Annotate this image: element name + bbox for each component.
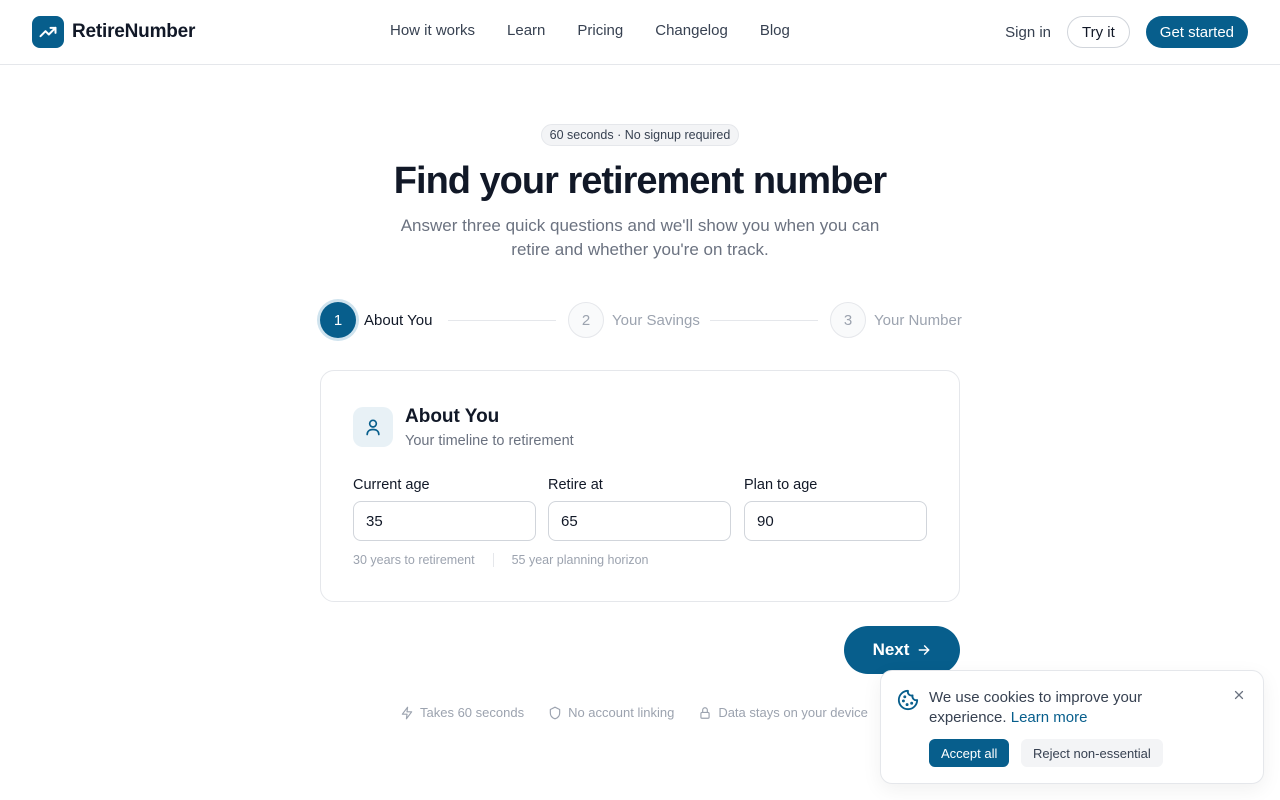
plan-to-age-input[interactable] [744,501,927,541]
retire-at-label: Retire at [548,477,603,493]
step-number: 1 [320,302,356,338]
retire-at-field: Retire at [548,477,731,541]
cookie-message: We use cookies to improve your experienc… [929,688,1199,728]
trust-item: No account linking [548,705,674,720]
cookie-learn-more-link[interactable]: Learn more [1011,709,1088,726]
main-nav: How it works Learn Pricing Changelog Blo… [390,22,790,39]
nav-changelog[interactable]: Changelog [655,22,728,39]
nav-learn[interactable]: Learn [507,22,545,39]
plan-to-age-field: Plan to age [744,477,927,541]
step-label: Your Number [874,311,962,329]
plan-to-age-label: Plan to age [744,477,818,493]
page-title: Find your retirement number [393,160,887,202]
current-age-field: Current age [353,477,536,541]
accept-all-button[interactable]: Accept all [929,739,1010,767]
card-subtitle: Your timeline to retirement [405,433,574,449]
step-connector [448,320,556,321]
years-to-retirement-hint: 30 years to retirement [353,553,475,567]
trust-row: Takes 60 seconds No account linking Data… [400,705,868,720]
nav-blog[interactable]: Blog [760,22,790,39]
sign-in-link[interactable]: Sign in [1005,24,1051,41]
shield-icon [549,706,561,719]
hero-badge-wrap: 60 seconds · No signup required [0,124,1280,146]
nav-pricing[interactable]: Pricing [577,22,623,39]
user-icon [353,407,393,447]
planning-horizon-hint: 55 year planning horizon [511,553,649,567]
hero-badge: 60 seconds · No signup required [540,124,740,146]
get-started-button[interactable]: Get started [1145,16,1248,48]
trending-up-icon [32,16,64,48]
brand-name: RetireNumber [72,21,196,42]
close-icon[interactable] [1233,689,1245,701]
step-number: 2 [568,302,604,338]
trust-item: Takes 60 seconds [400,705,524,720]
trust-item: Data stays on your device [698,705,868,720]
card-hints: 30 years to retirement 55 year planning … [353,553,649,567]
step-number: 3 [830,302,866,338]
trust-label: Data stays on your device [718,705,868,720]
brand-logo[interactable]: RetireNumber [32,16,195,48]
current-age-input[interactable] [353,501,536,541]
step-about-you[interactable]: 1 About You [320,302,432,338]
trust-label: Takes 60 seconds [420,705,525,720]
current-age-label: Current age [353,477,430,493]
trust-label: No account linking [568,705,675,720]
step-label: About You [364,311,433,329]
lightning-icon [401,706,413,719]
step-your-savings[interactable]: 2 Your Savings [568,302,700,338]
site-header: RetireNumber How it works Learn Pricing … [0,0,1280,65]
step-connector [710,320,818,321]
header-actions: Sign in Try it Get started [1005,16,1248,48]
try-it-button[interactable]: Try it [1067,16,1130,48]
step-your-number[interactable]: 3 Your Number [830,302,962,338]
nav-how-it-works[interactable]: How it works [390,22,475,39]
next-button[interactable]: Next [844,626,960,674]
page-subtitle: Answer three quick questions and we'll s… [400,216,880,259]
lock-icon [700,706,710,719]
hint-divider [492,553,494,567]
cookie-icon [897,689,919,711]
about-you-card: About You Your timeline to retirement Cu… [320,370,960,602]
retire-at-input[interactable] [548,501,731,541]
arrow-right-icon [919,645,930,655]
step-label: Your Savings [612,311,700,329]
cookie-banner: We use cookies to improve your experienc… [880,670,1264,784]
next-button-label: Next [872,640,910,659]
reject-non-essential-button[interactable]: Reject non-essential [1021,739,1163,767]
card-title: About You [405,406,500,427]
